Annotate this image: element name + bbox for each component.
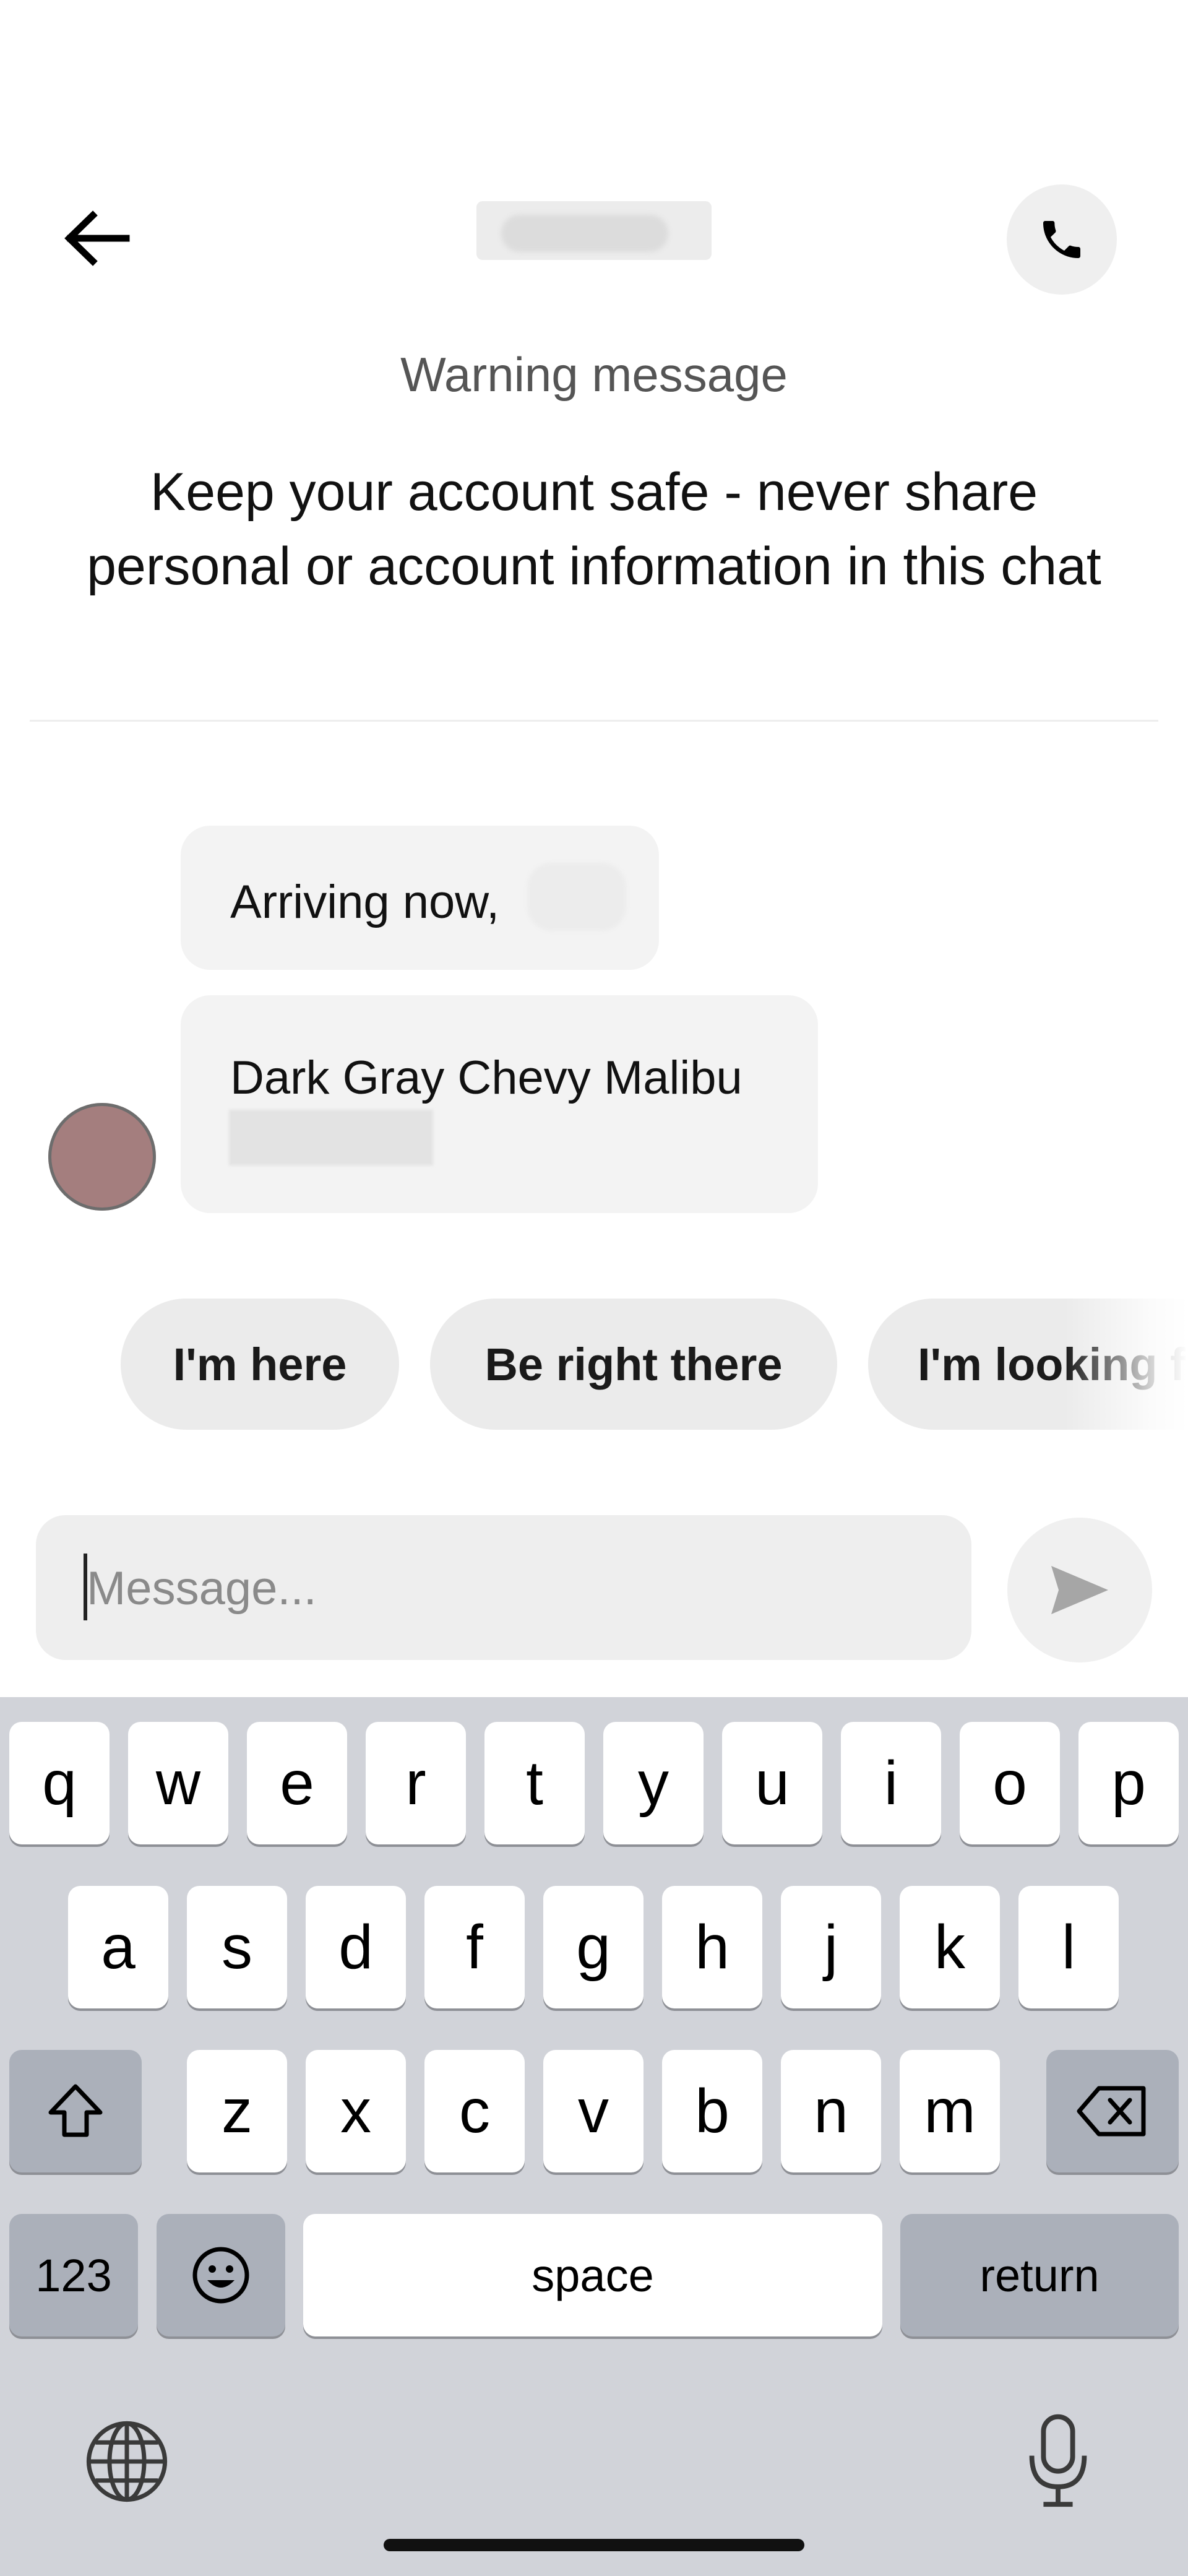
- key-r[interactable]: r: [366, 1722, 466, 1844]
- text-caret: [84, 1554, 87, 1620]
- scroll-fade: [1064, 1299, 1188, 1430]
- message-bubble: Dark Gray Chevy Malibu: [181, 995, 818, 1213]
- key-v[interactable]: v: [543, 2050, 644, 2172]
- key-t[interactable]: t: [484, 1722, 585, 1844]
- warning-body: Keep your account safe - never share per…: [87, 462, 1101, 596]
- avatar: [48, 1103, 156, 1211]
- key-e[interactable]: e: [247, 1722, 347, 1844]
- space-key[interactable]: space: [303, 2214, 882, 2336]
- message-text: Dark Gray Chevy Malibu: [230, 1052, 742, 1104]
- key-z[interactable]: z: [187, 2050, 287, 2172]
- back-button[interactable]: [56, 198, 136, 279]
- key-g[interactable]: g: [543, 1886, 644, 2008]
- key-i[interactable]: i: [841, 1722, 941, 1844]
- globe-icon: [86, 2421, 168, 2502]
- key-w[interactable]: w: [128, 1722, 228, 1844]
- keyboard: q w e r t y u i o p a s d f g h j k l z …: [0, 1697, 1188, 2576]
- quick-reply-chip[interactable]: Be right there: [430, 1299, 837, 1430]
- key-a[interactable]: a: [68, 1886, 168, 2008]
- send-icon: [1051, 1566, 1108, 1614]
- dictation-button[interactable]: [1015, 2409, 1101, 2514]
- phone-icon: [1043, 221, 1080, 258]
- key-f[interactable]: f: [424, 1886, 525, 2008]
- message-input[interactable]: [85, 1515, 954, 1661]
- shift-icon: [48, 2084, 103, 2137]
- warning-title: Warning message: [400, 347, 788, 402]
- key-x[interactable]: x: [306, 2050, 406, 2172]
- key-h[interactable]: h: [662, 1886, 762, 2008]
- contact-name-redacted: [476, 201, 712, 260]
- backspace-key[interactable]: [1046, 2050, 1179, 2172]
- emoji-icon: [192, 2247, 249, 2304]
- key-o[interactable]: o: [960, 1722, 1060, 1844]
- microphone-icon: [1029, 2414, 1087, 2507]
- message-input-container[interactable]: [36, 1515, 971, 1661]
- key-y[interactable]: y: [603, 1722, 704, 1844]
- key-d[interactable]: d: [306, 1886, 406, 2008]
- globe-button[interactable]: [80, 2415, 173, 2508]
- key-m[interactable]: m: [900, 2050, 1000, 2172]
- return-key[interactable]: return: [900, 2214, 1179, 2336]
- backspace-icon: [1077, 2086, 1146, 2137]
- call-button[interactable]: [1007, 184, 1117, 295]
- divider: [30, 720, 1158, 722]
- emoji-key[interactable]: [157, 2214, 285, 2336]
- message-text: Arriving now,: [230, 876, 500, 928]
- key-s[interactable]: s: [187, 1886, 287, 2008]
- arrow-left-icon: [64, 210, 130, 266]
- message-bubble: Arriving now,: [181, 826, 659, 970]
- redacted-plate: [229, 1110, 433, 1165]
- key-n[interactable]: n: [781, 2050, 881, 2172]
- shift-key[interactable]: [9, 2050, 142, 2172]
- key-q[interactable]: q: [9, 1722, 110, 1844]
- home-indicator: [384, 2539, 804, 2551]
- key-b[interactable]: b: [662, 2050, 762, 2172]
- key-u[interactable]: u: [722, 1722, 822, 1844]
- send-button[interactable]: [1007, 1518, 1152, 1662]
- key-k[interactable]: k: [900, 1886, 1000, 2008]
- redacted-name: [527, 863, 626, 931]
- key-l[interactable]: l: [1018, 1886, 1119, 2008]
- key-c[interactable]: c: [424, 2050, 525, 2172]
- numbers-key[interactable]: 123: [9, 2214, 138, 2336]
- key-p[interactable]: p: [1078, 1722, 1179, 1844]
- key-j[interactable]: j: [781, 1886, 881, 2008]
- quick-reply-chip[interactable]: I'm here: [121, 1299, 399, 1430]
